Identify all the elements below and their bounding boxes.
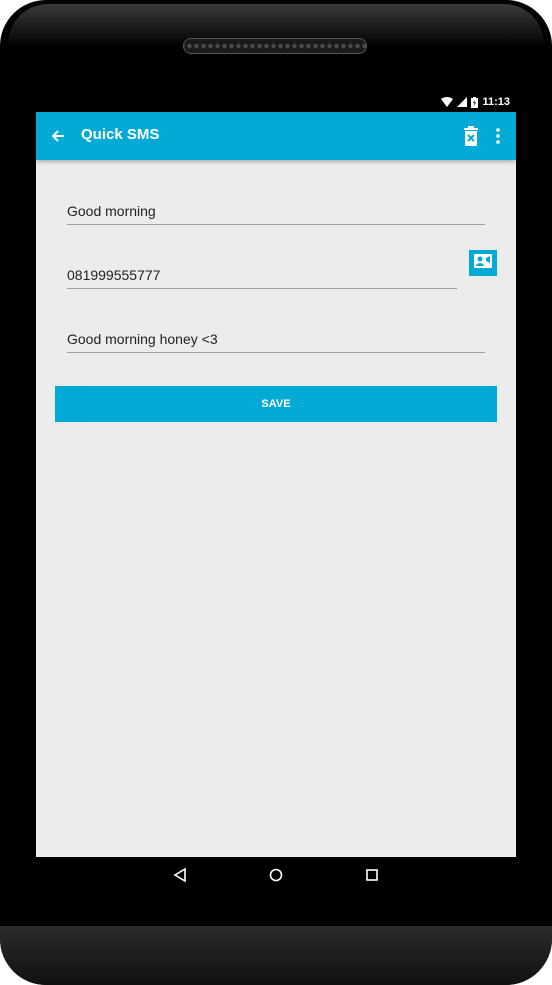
title-input[interactable] [67, 203, 485, 225]
device-bottom-bezel [0, 926, 552, 985]
status-bar: 11:13 [36, 94, 516, 112]
message-input[interactable] [67, 331, 485, 353]
wifi-icon [441, 97, 454, 107]
phone-input[interactable] [67, 267, 457, 289]
delete-icon[interactable] [462, 126, 480, 146]
signal-icon [457, 97, 468, 107]
device-frame: 11:13 Quick SMS SAVE [0, 0, 552, 985]
status-time: 11:13 [482, 96, 510, 108]
more-vert-icon[interactable] [491, 126, 505, 146]
earpiece-speaker [183, 38, 367, 54]
contact-card-icon [474, 253, 492, 273]
recents-square-icon[interactable] [364, 867, 380, 883]
save-button[interactable]: SAVE [55, 386, 497, 422]
contact-picker-button[interactable] [469, 250, 497, 276]
navigation-bar [36, 857, 516, 893]
toolbar-title: Quick SMS [81, 126, 160, 143]
back-triangle-icon[interactable] [172, 867, 188, 883]
app-screen: Quick SMS SAVE [36, 112, 516, 857]
home-circle-icon[interactable] [268, 867, 284, 883]
back-arrow-icon[interactable] [48, 126, 68, 146]
app-toolbar: Quick SMS [36, 112, 516, 160]
battery-icon [471, 96, 479, 108]
